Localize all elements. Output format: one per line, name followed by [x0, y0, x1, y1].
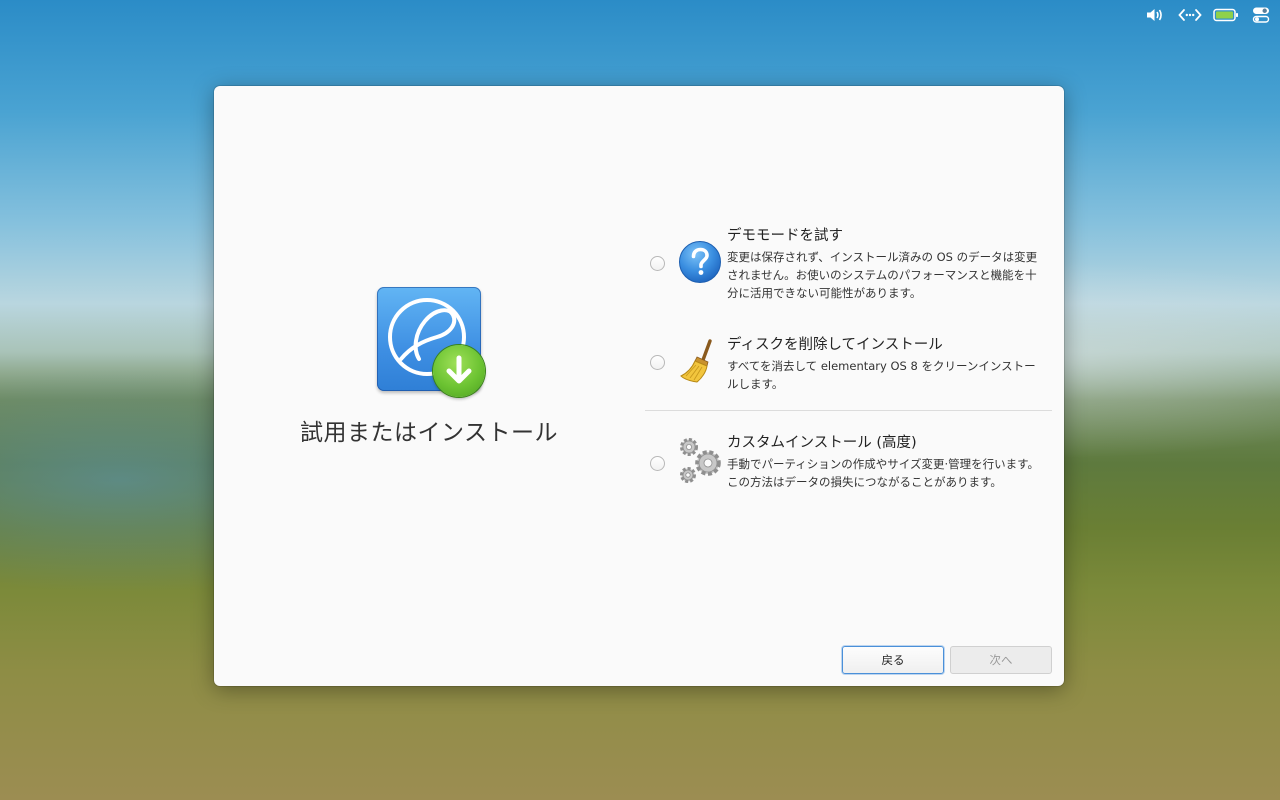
- network-icon[interactable]: [1178, 6, 1202, 24]
- battery-icon[interactable]: [1213, 6, 1239, 24]
- option-description: 変更は保存されず、インストール済みの OS のデータは変更されません。お使いのシ…: [727, 250, 1038, 300]
- page-title: 試用またはインストール: [299, 420, 559, 446]
- back-button[interactable]: 戻る: [842, 646, 944, 674]
- option-title: デモモードを試す: [727, 228, 843, 244]
- session-toggle-icon[interactable]: [1251, 6, 1271, 24]
- option-custom-install[interactable]: カスタムインストール (高度) 手動でパーティションの作成やサイズ変更·管理を行…: [650, 431, 1050, 501]
- help-question-icon: [678, 240, 724, 286]
- broom-icon: [678, 338, 724, 384]
- radio-demo-mode[interactable]: [650, 256, 665, 271]
- options-separator: [645, 410, 1052, 411]
- top-panel: [0, 0, 1280, 30]
- option-description: 手動でパーティションの作成やサイズ変更·管理を行います。この方法はデータの損失に…: [727, 457, 1039, 489]
- installer-window: 試用またはインストール デモモードを試す 変更は保存されず、インストール済みの …: [214, 86, 1064, 686]
- option-title: ディスクを削除してインストール: [727, 337, 943, 353]
- radio-erase-disk[interactable]: [650, 355, 665, 370]
- option-title: カスタムインストール (高度): [727, 435, 917, 451]
- option-description: すべてを消去して elementary OS 8 をクリーンインストールします。: [727, 359, 1036, 391]
- option-erase-disk[interactable]: ディスクを削除してインストール すべてを消去して elementary OS 8…: [650, 333, 1050, 395]
- next-button[interactable]: 次へ: [950, 646, 1052, 674]
- volume-icon[interactable]: [1144, 6, 1164, 24]
- gears-icon: [678, 437, 724, 483]
- option-demo-mode[interactable]: デモモードを試す 変更は保存されず、インストール済みの OS のデータは変更され…: [650, 224, 1050, 304]
- download-arrow-icon: [433, 345, 485, 397]
- installer-app-icon: [377, 287, 485, 397]
- radio-custom-install[interactable]: [650, 456, 665, 471]
